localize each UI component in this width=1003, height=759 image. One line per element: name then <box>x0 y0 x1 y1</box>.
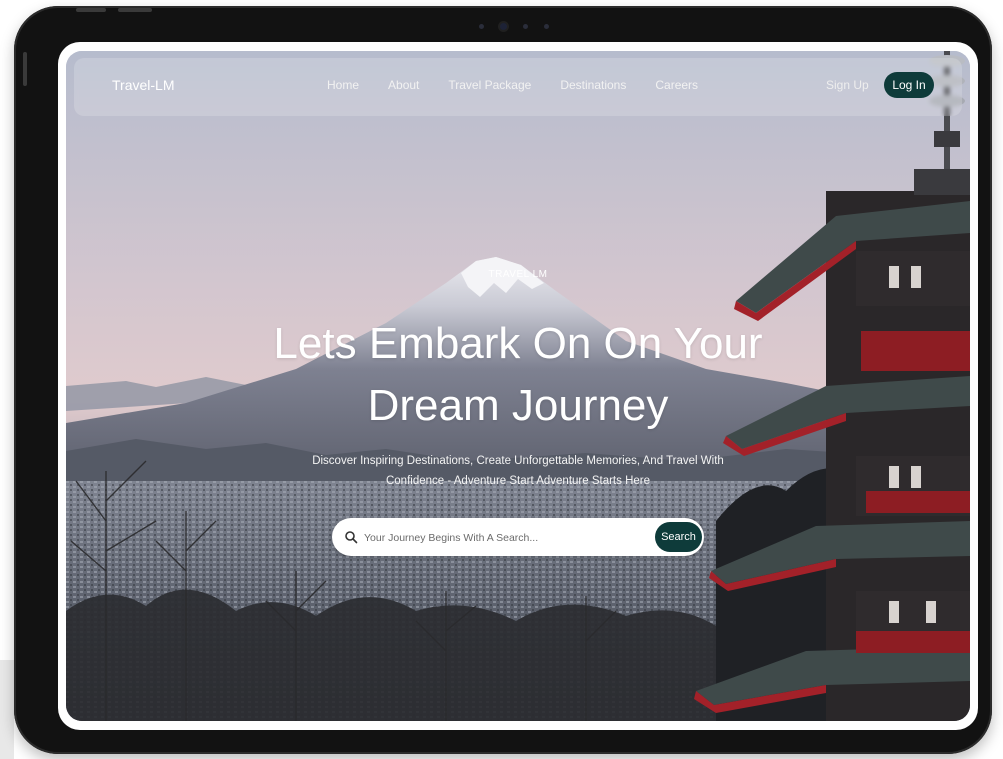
hero-headline-line-1: Lets Embark On On Your <box>273 319 763 368</box>
side-button <box>23 52 27 86</box>
sensor-dot <box>523 23 528 29</box>
camera-bar <box>444 19 584 33</box>
power-button-top <box>118 8 152 12</box>
hero-subtext: Discover Inspiring Destinations, Create … <box>298 451 738 491</box>
sensor-dot <box>544 23 549 29</box>
screen-bezel: Travel-LM Home About Travel Package Dest… <box>58 42 978 730</box>
search-icon <box>345 531 358 544</box>
hero-subtext-line-1: Discover Inspiring Destinations, Create … <box>312 455 724 467</box>
hero-subtext-line-2: Confidence - Adventure Start Adventure S… <box>385 475 650 487</box>
hero-headline-line-2: Dream Journey <box>367 381 669 430</box>
camera-lens-icon <box>500 22 507 30</box>
hero-headline: Lets Embark On On Your Dream Journey <box>236 313 800 437</box>
website-screen: Travel-LM Home About Travel Package Dest… <box>66 51 970 721</box>
page-background-strip <box>0 660 14 759</box>
hero-eyebrow: TRAVEL LM <box>488 269 548 280</box>
tablet-device-frame: Travel-LM Home About Travel Package Dest… <box>14 6 992 754</box>
hero-section: TRAVEL LM Lets Embark On On Your Dream J… <box>66 51 970 721</box>
search-input[interactable] <box>362 528 626 548</box>
sensor-dot <box>479 23 484 29</box>
search-bar: Search <box>332 518 704 556</box>
search-button[interactable]: Search <box>655 522 702 552</box>
volume-button-top <box>76 8 106 12</box>
